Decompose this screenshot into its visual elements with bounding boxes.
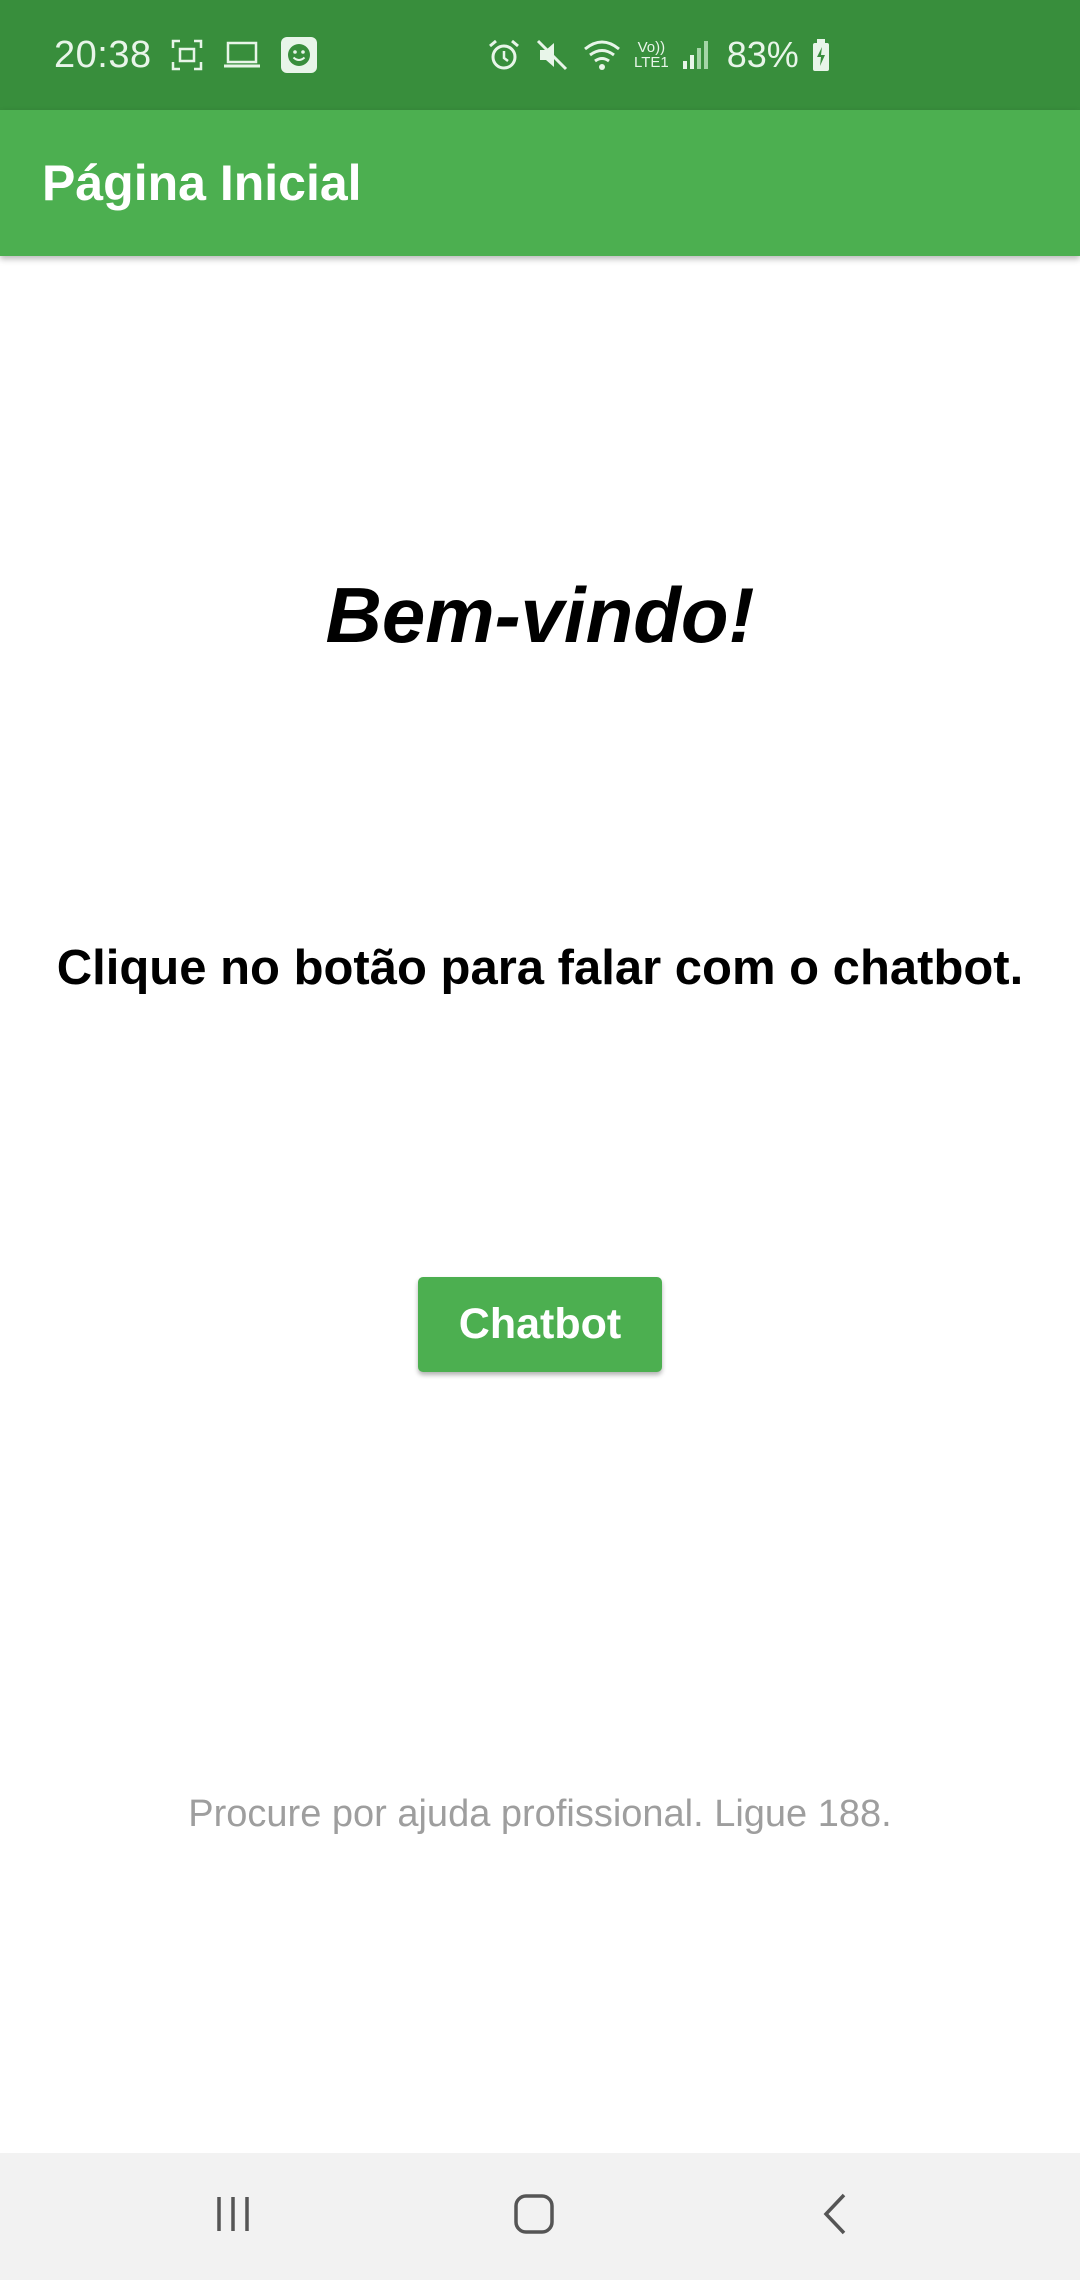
battery-charging-icon bbox=[811, 38, 831, 72]
home-icon bbox=[511, 2191, 557, 2242]
recent-apps-button[interactable] bbox=[173, 2153, 293, 2280]
instruction-text: Clique no botão para falar com o chatbot… bbox=[56, 941, 1024, 995]
volte-label: Vo)) bbox=[637, 39, 666, 56]
status-left: 20:38 bbox=[54, 0, 318, 110]
wifi-icon bbox=[582, 37, 622, 73]
welcome-heading: Bem-vindo! bbox=[325, 571, 755, 659]
chatbot-button[interactable]: Chatbot bbox=[418, 1277, 662, 1372]
battery-percent: 83% bbox=[726, 34, 799, 75]
screenshot-icon bbox=[170, 38, 204, 72]
app-bar: Página Inicial bbox=[0, 110, 1080, 256]
alarm-icon bbox=[486, 37, 522, 73]
help-note: Procure por ajuda profissional. Ligue 18… bbox=[188, 1793, 892, 1835]
laptop-icon bbox=[222, 40, 262, 70]
status-time: 20:38 bbox=[54, 33, 152, 76]
system-nav-bar bbox=[0, 2153, 1080, 2280]
status-right: Vo)) LTE1 83% bbox=[486, 0, 831, 110]
status-bar: 20:38 Vo)) LTE1 83% bbox=[0, 0, 1080, 110]
recent-apps-icon bbox=[211, 2192, 255, 2241]
back-icon bbox=[816, 2191, 856, 2242]
volte-icon: Vo)) LTE1 bbox=[634, 40, 669, 70]
home-button[interactable] bbox=[474, 2153, 594, 2280]
signal-icon bbox=[681, 39, 711, 71]
back-button[interactable] bbox=[776, 2153, 896, 2280]
mute-icon bbox=[534, 37, 570, 73]
lte-label: LTE1 bbox=[634, 54, 669, 71]
page-title: Página Inicial bbox=[42, 155, 362, 211]
smiley-app-icon bbox=[280, 36, 318, 74]
